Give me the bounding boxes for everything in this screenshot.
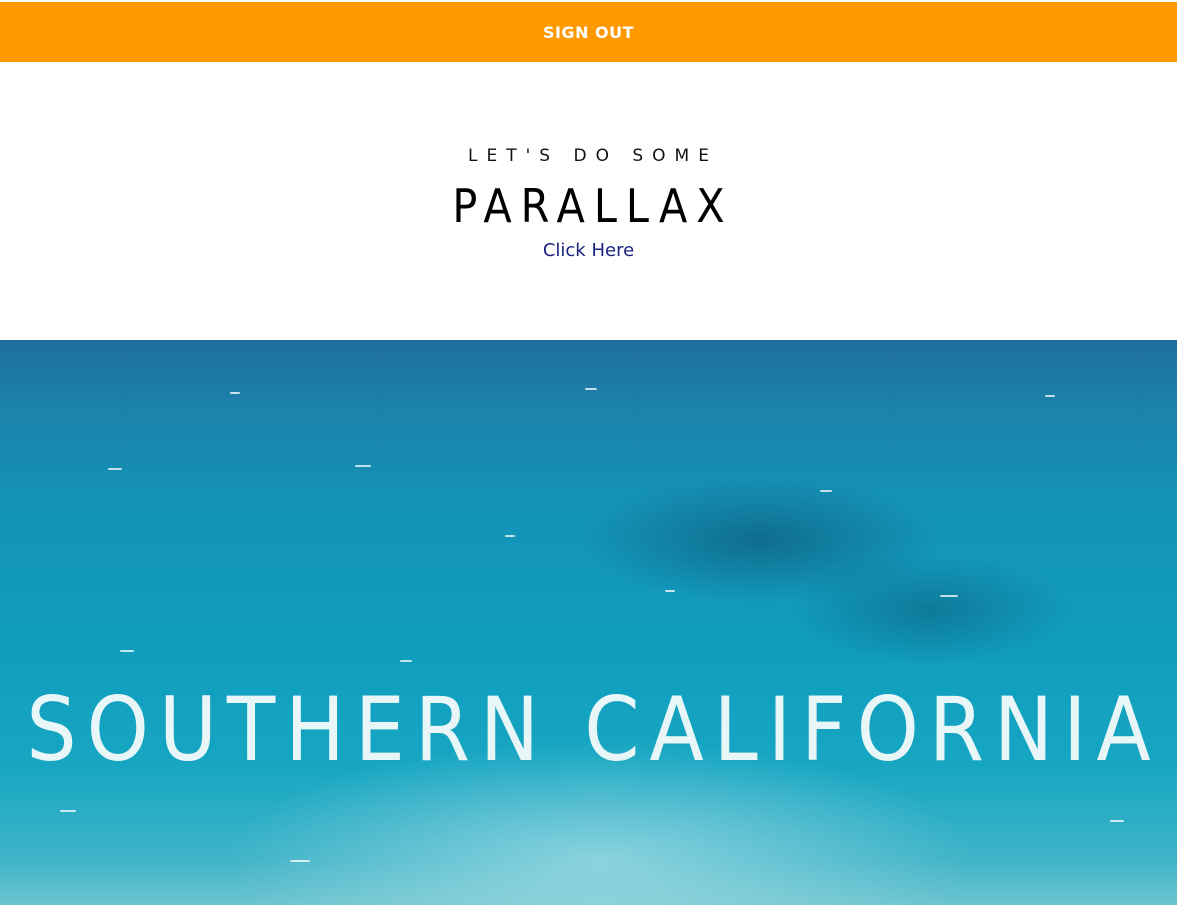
wave-sparkle — [585, 388, 597, 390]
wave-sparkle — [1110, 820, 1124, 822]
page-title: PARALLAX — [452, 179, 734, 233]
wave-sparkle — [820, 490, 832, 492]
click-here-link[interactable]: Click Here — [0, 240, 1177, 261]
wave-sparkle — [1045, 395, 1055, 397]
wave-sparkle — [120, 650, 134, 652]
top-bar: SIGN OUT — [0, 2, 1177, 62]
wave-sparkle — [355, 465, 371, 467]
wave-sparkle — [665, 590, 675, 592]
sign-out-button[interactable]: SIGN OUT — [527, 15, 650, 50]
wave-sparkle — [230, 392, 240, 394]
intro-kicker: LET'S DO SOME — [468, 146, 718, 166]
wave-sparkle — [60, 810, 76, 812]
wave-sparkle — [108, 468, 122, 470]
intro-section: LET'S DO SOME PARALLAX Click Here — [0, 62, 1177, 340]
wave-sparkle — [505, 535, 515, 537]
wave-sparkle — [940, 595, 958, 597]
wave-sparkle — [400, 660, 412, 662]
wave-sparkle — [290, 860, 310, 862]
hero-title: SOUTHERN CALIFORNIA — [26, 678, 1161, 781]
hero-ocean-image: SOUTHERN CALIFORNIA — [0, 340, 1177, 905]
